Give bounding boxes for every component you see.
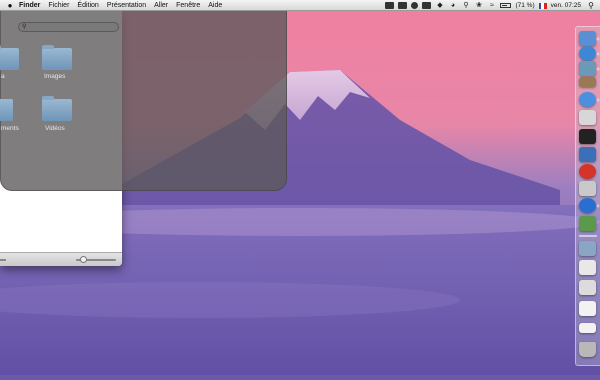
search-field[interactable]: ⚲ (18, 22, 119, 32)
xcode-icon[interactable] (579, 147, 596, 162)
itunes-icon[interactable] (579, 181, 596, 196)
document-stack-icon[interactable] (579, 260, 596, 275)
menu-edition[interactable]: Édition (73, 0, 102, 11)
images-folder-icon[interactable] (42, 45, 72, 70)
stack-icon[interactable] (579, 323, 596, 333)
menu-fichier[interactable]: Fichier (44, 0, 73, 11)
running-indicator (597, 99, 599, 101)
ichat-icon[interactable] (579, 92, 596, 107)
window-stack-icon[interactable] (579, 280, 596, 295)
battery-percent[interactable]: (71 %) (515, 0, 534, 11)
battery-icon[interactable] (500, 3, 512, 8)
downloads-stack-icon[interactable] (579, 241, 596, 256)
menu-presentation[interactable]: Présentation (103, 0, 150, 11)
french-flag-icon[interactable] (538, 2, 547, 9)
dock-separator (579, 235, 597, 237)
zoom-slider-min (0, 259, 6, 261)
paper-stack-icon[interactable] (579, 301, 596, 316)
paw-icon[interactable]: ❀ (474, 2, 483, 9)
menu-app-finder[interactable]: Finder (15, 0, 44, 11)
contacts-icon[interactable] (579, 77, 596, 87)
status-box-icon[interactable] (422, 2, 432, 9)
folder-label[interactable]: a (1, 73, 5, 80)
icon-size-slider-knob[interactable] (80, 256, 87, 263)
finder-icon[interactable] (579, 31, 596, 46)
opera-icon[interactable] (579, 164, 596, 179)
running-indicator (597, 38, 599, 40)
search-icon: ⚲ (22, 24, 27, 30)
folder-icon[interactable] (0, 45, 19, 70)
terminal-icon[interactable] (579, 129, 596, 144)
menu-bar: ● Finder Fichier Édition Présentation Al… (0, 0, 600, 11)
menu-aide[interactable]: Aide (204, 0, 226, 11)
folder-label-videos[interactable]: Vidéos (45, 125, 65, 132)
finder-status-bar (0, 252, 122, 266)
launcher-overlay: ⚲ a Images ments Vidéos (0, 10, 287, 191)
folder-label-images[interactable]: Images (44, 73, 65, 80)
vlc-icon[interactable] (579, 198, 596, 213)
dock (575, 26, 600, 366)
running-indicator (597, 205, 599, 207)
menu-clock[interactable]: ven. 07:25 (551, 0, 581, 11)
wifi-icon[interactable]: ≈ (487, 2, 496, 9)
textedit-icon[interactable] (579, 110, 596, 125)
key-icon[interactable]: ⚲ (461, 2, 470, 9)
apple-menu-icon[interactable]: ● (5, 0, 15, 11)
running-indicator (597, 53, 599, 55)
iphoto-icon[interactable] (579, 61, 596, 76)
trash-icon[interactable] (579, 342, 596, 357)
spotlight-icon[interactable]: ⚲ (586, 0, 596, 11)
status-display-icon[interactable] (385, 2, 395, 9)
folder-label-documents[interactable]: ments (1, 125, 19, 132)
time-machine-icon[interactable]: ◕ (448, 2, 457, 9)
dropbox-icon[interactable]: ◆ (435, 2, 444, 9)
videos-folder-icon[interactable] (42, 96, 72, 121)
safari-icon[interactable] (579, 46, 596, 61)
utility-icon[interactable] (579, 216, 596, 231)
menu-aller[interactable]: Aller (150, 0, 172, 11)
running-indicator (597, 68, 599, 70)
status-window-icon[interactable] (398, 2, 408, 9)
menu-fenetre[interactable]: Fenêtre (172, 0, 204, 11)
status-power-icon[interactable] (411, 2, 419, 9)
folder-icon[interactable] (0, 99, 13, 121)
